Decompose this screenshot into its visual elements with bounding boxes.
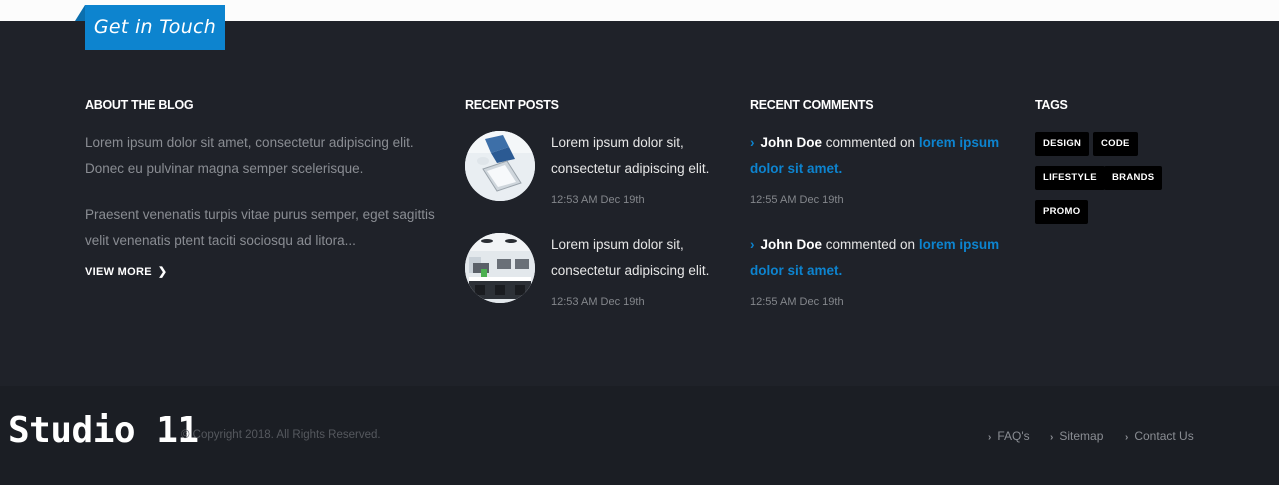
view-more-label: VIEW MORE: [85, 266, 152, 278]
post-title-1[interactable]: Lorem ipsum dolor sit, consectetur adipi…: [551, 130, 731, 182]
recent-comments-title: RECENT COMMENTS: [750, 98, 874, 112]
about-p1-line1: Lorem ipsum dolor sit amet, consectetur …: [85, 135, 414, 150]
comment-2: › John Doe commented on lorem ipsum dolor…: [750, 232, 1010, 284]
contact-label: Contact Us: [1134, 429, 1194, 443]
post-thumbnail-laptop[interactable]: [465, 131, 535, 201]
recent-posts-title: RECENT POSTS: [465, 98, 559, 112]
view-more-link[interactable]: VIEW MORE ❯: [85, 265, 167, 278]
tag-brands[interactable]: BRANDS: [1104, 166, 1163, 190]
chevron-right-icon: ›: [1125, 432, 1129, 443]
chevron-right-icon: ›: [1050, 432, 1054, 443]
tab-fold-corner: [75, 5, 85, 21]
laptop-desk-photo: [465, 131, 535, 201]
comment-1-author[interactable]: John Doe: [761, 135, 823, 150]
footer-link-faqs[interactable]: › FAQ's: [988, 429, 1030, 443]
faqs-label: FAQ's: [997, 429, 1030, 443]
comment-2-author[interactable]: John Doe: [761, 237, 823, 252]
about-p1-line2: Donec eu pulvinar magna semper scelerisq…: [85, 161, 364, 176]
comment-2-link-b[interactable]: dolor sit amet.: [750, 263, 842, 278]
about-p2-line1: Praesent venenatis turpis vitae purus se…: [85, 207, 435, 222]
post-1-line2: consectetur adipiscing elit.: [551, 161, 710, 176]
chevron-right-icon: ›: [750, 237, 755, 252]
comment-1-verb: commented on: [822, 135, 919, 150]
post-2-line2: consectetur adipiscing elit.: [551, 263, 710, 278]
post-thumbnail-office[interactable]: [465, 233, 535, 303]
comment-2-verb: commented on: [822, 237, 919, 252]
post-2-time: 12:53 AM Dec 19th: [551, 296, 645, 308]
about-title: ABOUT THE BLOG: [85, 98, 194, 112]
comment-1-link-b[interactable]: dolor sit amet.: [750, 161, 842, 176]
comment-1-link-a[interactable]: lorem ipsum: [919, 135, 999, 150]
comment-2-time: 12:55 AM Dec 19th: [750, 296, 844, 308]
footer-link-contact[interactable]: › Contact Us: [1125, 429, 1194, 443]
copyright-text: © Copyright 2018. All Rights Reserved.: [181, 429, 381, 441]
tags-title: TAGS: [1035, 98, 1068, 112]
post-1-line1: Lorem ipsum dolor sit,: [551, 135, 684, 150]
chevron-right-icon: ›: [988, 432, 992, 443]
tag-lifestyle[interactable]: LIFESTYLE: [1035, 166, 1105, 190]
tag-design[interactable]: DESIGN: [1035, 132, 1090, 156]
about-p2-line2: velit venenatis ptent taciti sociosqu ad…: [85, 233, 356, 248]
studio-logo[interactable]: Studio 11: [8, 410, 199, 451]
comment-1: › John Doe commented on lorem ipsum dolor…: [750, 130, 1010, 182]
post-title-2[interactable]: Lorem ipsum dolor sit, consectetur adipi…: [551, 232, 731, 284]
sitemap-label: Sitemap: [1059, 429, 1104, 443]
about-paragraph-1: Lorem ipsum dolor sit amet, consectetur …: [85, 130, 414, 182]
post-2-line1: Lorem ipsum dolor sit,: [551, 237, 684, 252]
chevron-right-icon: ❯: [157, 266, 168, 278]
comment-2-link-a[interactable]: lorem ipsum: [919, 237, 999, 252]
tag-code[interactable]: CODE: [1093, 132, 1138, 156]
get-in-touch-tab[interactable]: Get in Touch: [85, 5, 225, 50]
comment-1-time: 12:55 AM Dec 19th: [750, 194, 844, 206]
footer-link-sitemap[interactable]: › Sitemap: [1050, 429, 1103, 443]
about-paragraph-2: Praesent venenatis turpis vitae purus se…: [85, 202, 435, 254]
post-1-time: 12:53 AM Dec 19th: [551, 194, 645, 206]
tag-promo[interactable]: PROMO: [1035, 200, 1089, 224]
office-interior-photo: [465, 233, 535, 303]
chevron-right-icon: ›: [750, 135, 755, 150]
